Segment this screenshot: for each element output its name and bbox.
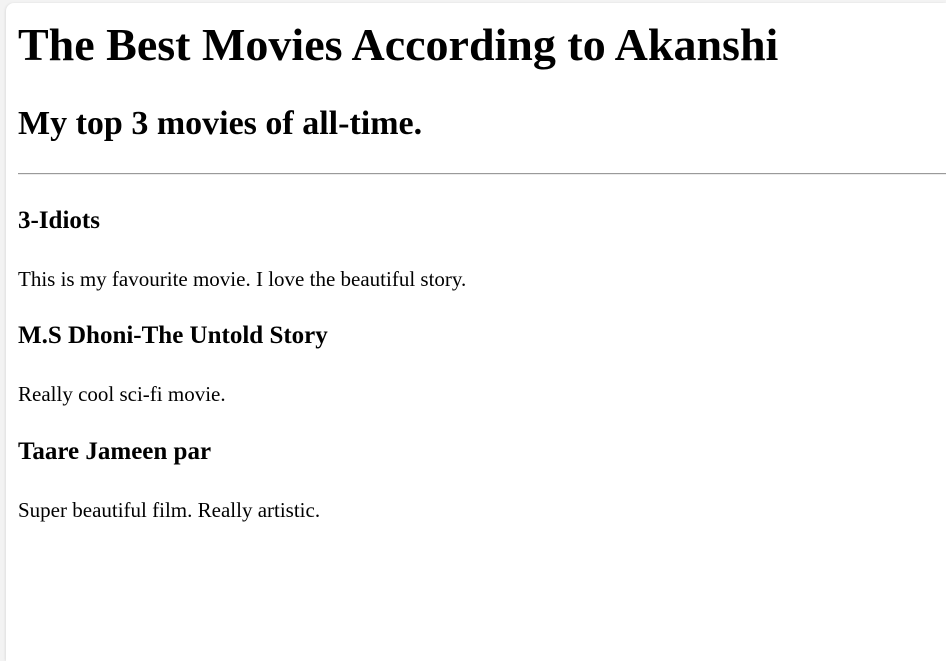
movie-title-1: 3-Idiots bbox=[18, 207, 100, 234]
movie-description-2: Really cool sci-fi movie. bbox=[18, 382, 226, 406]
movie-description-1: This is my favourite movie. I love the b… bbox=[18, 267, 467, 291]
movie-title-2: M.S Dhoni-The Untold Story bbox=[18, 322, 328, 349]
section-divider bbox=[18, 173, 946, 175]
page-title: The Best Movies According to Akanshi bbox=[18, 19, 779, 70]
movie-title-3: Taare Jameen par bbox=[18, 438, 212, 465]
page-subtitle: My top 3 movies of all-time. bbox=[18, 105, 423, 142]
movie-description-3: Super beautiful film. Really artistic. bbox=[18, 498, 321, 522]
browser-page: The Best Movies According to Akanshi My … bbox=[6, 3, 946, 661]
